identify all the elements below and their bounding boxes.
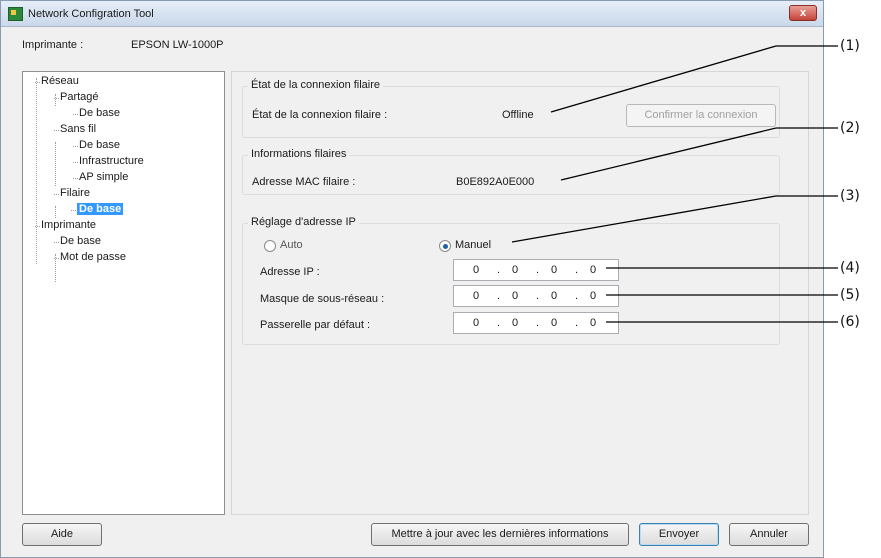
callout-line-1 xyxy=(550,45,777,113)
callout-label-4: (4) xyxy=(840,260,860,276)
callout-label-6: (6) xyxy=(840,314,860,330)
callout-line-2 xyxy=(560,127,777,181)
callout-label-1: (1) xyxy=(840,38,860,54)
callout-label-2: (2) xyxy=(840,120,860,136)
callout-label-5: (5) xyxy=(840,287,860,303)
callout-lines xyxy=(511,45,838,323)
callout-label-3: (3) xyxy=(840,188,860,204)
callout-line-3 xyxy=(511,195,777,243)
